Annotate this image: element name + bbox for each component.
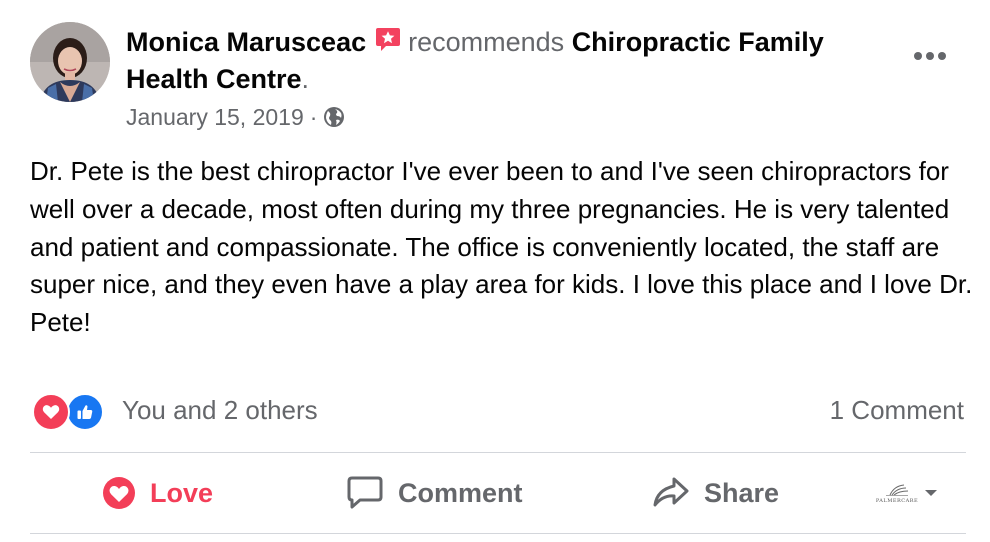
author-avatar[interactable] [30,22,110,102]
title-period: . [301,64,310,94]
recommends-text: recommends [408,27,565,57]
page-identity-selector[interactable]: PALMERCARE [876,462,938,524]
avatar-photo-icon [30,22,110,102]
love-reaction-icon [32,393,70,431]
post-card: Monica Marusceac recommends Chiropractic … [0,0,990,542]
recommend-star-icon [376,28,401,51]
reaction-icons [30,392,108,431]
post-body-text: Dr. Pete is the best chiropractor I've e… [30,156,973,338]
post-date[interactable]: January 15, 2019 [126,102,304,132]
comment-label: Comment [398,477,523,508]
comment-button[interactable]: Comment [346,462,523,524]
palmercare-logo-icon [886,484,909,496]
page-logo: PALMERCARE [876,479,918,507]
share-label: Share [704,477,780,508]
share-arrow-icon [653,477,689,507]
more-options-button[interactable] [910,44,950,68]
comment-count-link[interactable]: 1 Comment [830,392,964,428]
action-bar-bottom-divider [30,533,966,534]
author-name[interactable]: Monica Marusceac [126,27,366,57]
love-label: Love [150,477,214,508]
love-button[interactable]: Love [102,462,213,524]
love-icon [103,477,135,509]
page-logo-text: PALMERCARE [875,497,919,504]
share-button[interactable]: Share [652,462,779,524]
action-bar: Love Comment Share PALMERCARE [30,462,966,524]
reactions-summary[interactable]: You and 2 others [30,392,318,431]
comment-bubble-icon [347,476,383,509]
more-dots-icon [914,52,946,60]
post-title: Monica Marusceac recommends Chiropractic … [126,24,886,98]
post-meta: January 15, 2019 · [126,102,345,132]
globe-icon [324,107,345,127]
action-bar-top-divider [30,452,966,453]
chevron-down-icon [925,490,937,496]
like-reaction-icon [66,393,104,431]
reaction-count-text: You and 2 others [122,394,318,425]
meta-separator: · [309,104,318,130]
post-header: Monica Marusceac recommends Chiropractic … [126,24,886,98]
